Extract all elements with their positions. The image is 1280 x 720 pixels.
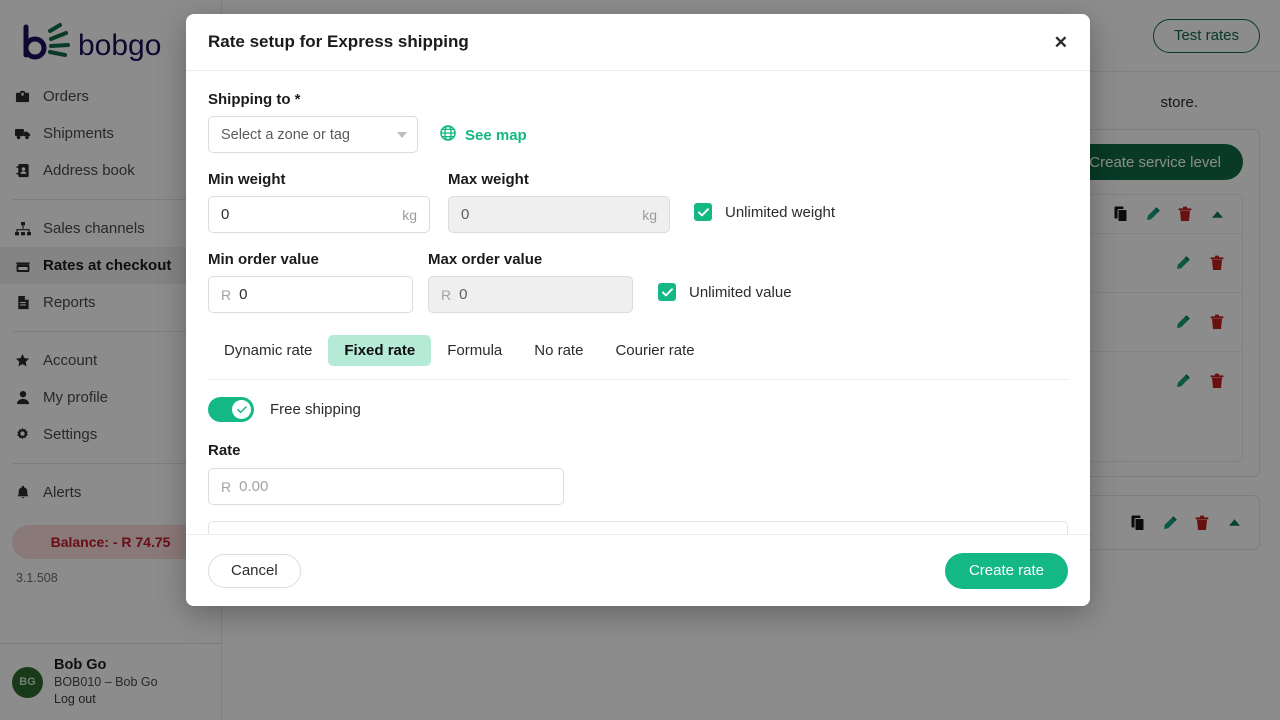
zone-or-tag-select[interactable]: Select a zone or tag (208, 116, 418, 153)
rate-input[interactable]: R 0.00 (208, 468, 564, 505)
modal-body: Shipping to * Select a zone or tag See m… (186, 71, 1090, 534)
cancel-button[interactable]: Cancel (208, 553, 301, 588)
close-icon[interactable]: ✕ (1054, 34, 1068, 51)
rate-setup-modal: Rate setup for Express shipping ✕ Shippi… (186, 14, 1090, 606)
toggle-knob (232, 400, 251, 419)
currency-prefix: R (441, 286, 452, 303)
free-shipping-toggle[interactable] (208, 397, 254, 422)
currency-prefix: R (221, 286, 232, 303)
free-shipping-row: Free shipping (208, 397, 1068, 422)
unlimited-weight-checkbox[interactable]: Unlimited weight (694, 203, 835, 221)
unlimited-value-label: Unlimited value (689, 283, 792, 301)
min-weight-input[interactable]: 0 kg (208, 196, 430, 233)
see-map-label: See map (465, 126, 527, 144)
modal-title: Rate setup for Express shipping (208, 32, 469, 51)
min-order-value-value: 0 (239, 286, 248, 303)
max-weight-unit: kg (642, 206, 657, 223)
unlimited-weight-label: Unlimited weight (725, 203, 836, 221)
min-order-value-input[interactable]: R 0 (208, 276, 413, 313)
currency-prefix: R (221, 478, 232, 495)
create-rate-button[interactable]: Create rate (944, 552, 1068, 589)
zone-or-tag-selected-value: Select a zone or tag (221, 126, 350, 143)
min-order-value-group: Min order value R 0 (208, 251, 413, 313)
tab-courier-rate[interactable]: Courier rate (599, 335, 710, 366)
rate-group: Rate R 0.00 (208, 442, 1068, 505)
max-order-value-value: 0 (459, 286, 468, 303)
shipping-to-row: Select a zone or tag See map (208, 116, 1068, 153)
max-order-value-label: Max order value (428, 251, 543, 268)
checkbox-checked-icon (694, 203, 712, 221)
chevron-down-icon (397, 131, 407, 138)
order-value-row: Min order value R 0 Max order value R 0 (208, 251, 1068, 313)
tab-fixed-rate[interactable]: Fixed rate (328, 335, 432, 366)
shipping-to-label: Shipping to * (208, 91, 301, 108)
max-weight-label: Max weight (448, 171, 529, 188)
tab-formula[interactable]: Formula (431, 335, 518, 366)
modal-footer: Cancel Create rate (186, 534, 1090, 606)
tab-dynamic-rate[interactable]: Dynamic rate (208, 335, 328, 366)
rate-placeholder: 0.00 (239, 478, 269, 495)
max-weight-value: 0 (461, 206, 470, 223)
min-weight-unit: kg (402, 206, 417, 223)
weight-row: Min weight 0 kg Max weight 0 kg Unlimite… (208, 171, 1068, 233)
modal-header: Rate setup for Express shipping ✕ (186, 14, 1090, 71)
rate-label: Rate (208, 442, 241, 459)
min-order-value-label: Min order value (208, 251, 319, 268)
checkbox-checked-icon (658, 283, 676, 301)
min-weight-value: 0 (221, 206, 230, 223)
min-weight-label: Min weight (208, 171, 286, 188)
unlimited-value-checkbox[interactable]: Unlimited value (658, 283, 792, 301)
free-shipping-label: Free shipping (270, 401, 361, 418)
min-weight-group: Min weight 0 kg (208, 171, 430, 233)
app-root: bobgo Orders Shipments Address book Sale… (0, 0, 1280, 720)
tabs-divider (208, 379, 1068, 380)
max-order-value-group: Max order value R 0 (428, 251, 633, 313)
scrolled-field-preview[interactable] (208, 521, 1068, 534)
globe-icon (440, 125, 456, 145)
tab-no-rate[interactable]: No rate (518, 335, 599, 366)
see-map-link[interactable]: See map (440, 125, 527, 145)
max-order-value-input[interactable]: R 0 (428, 276, 633, 313)
max-weight-group: Max weight 0 kg (448, 171, 670, 233)
max-weight-input[interactable]: 0 kg (448, 196, 670, 233)
rate-type-tabs: Dynamic rate Fixed rate Formula No rate … (208, 335, 1068, 366)
